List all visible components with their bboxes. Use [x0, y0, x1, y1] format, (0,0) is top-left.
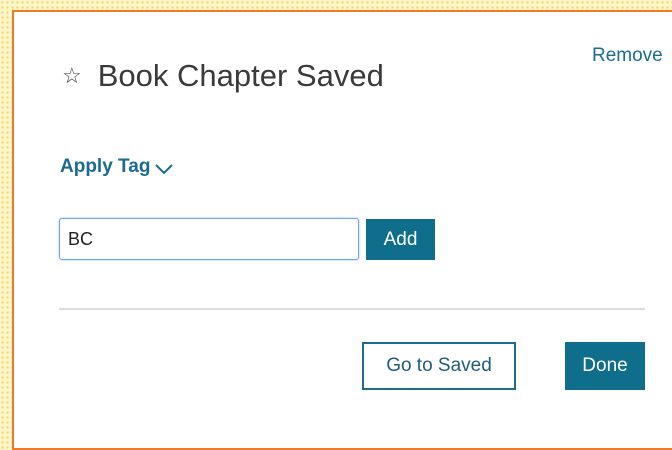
chevron-down-icon	[155, 164, 174, 175]
tag-input[interactable]	[59, 218, 359, 260]
dialog-header: ☆ Book Chapter Saved	[62, 58, 384, 94]
apply-tag-dropdown[interactable]: Apply Tag	[60, 156, 174, 178]
divider	[59, 308, 645, 310]
star-icon: ☆	[62, 63, 82, 88]
apply-tag-label: Apply Tag	[60, 156, 151, 177]
go-to-saved-button[interactable]: Go to Saved	[362, 342, 516, 390]
remove-link[interactable]: Remove	[592, 45, 663, 67]
add-tag-button[interactable]: Add	[366, 219, 435, 260]
dialog-title: Book Chapter Saved	[97, 58, 384, 93]
done-button[interactable]: Done	[565, 342, 645, 390]
saved-dialog: Remove ☆ Book Chapter Saved Apply Tag Ad…	[12, 10, 672, 450]
